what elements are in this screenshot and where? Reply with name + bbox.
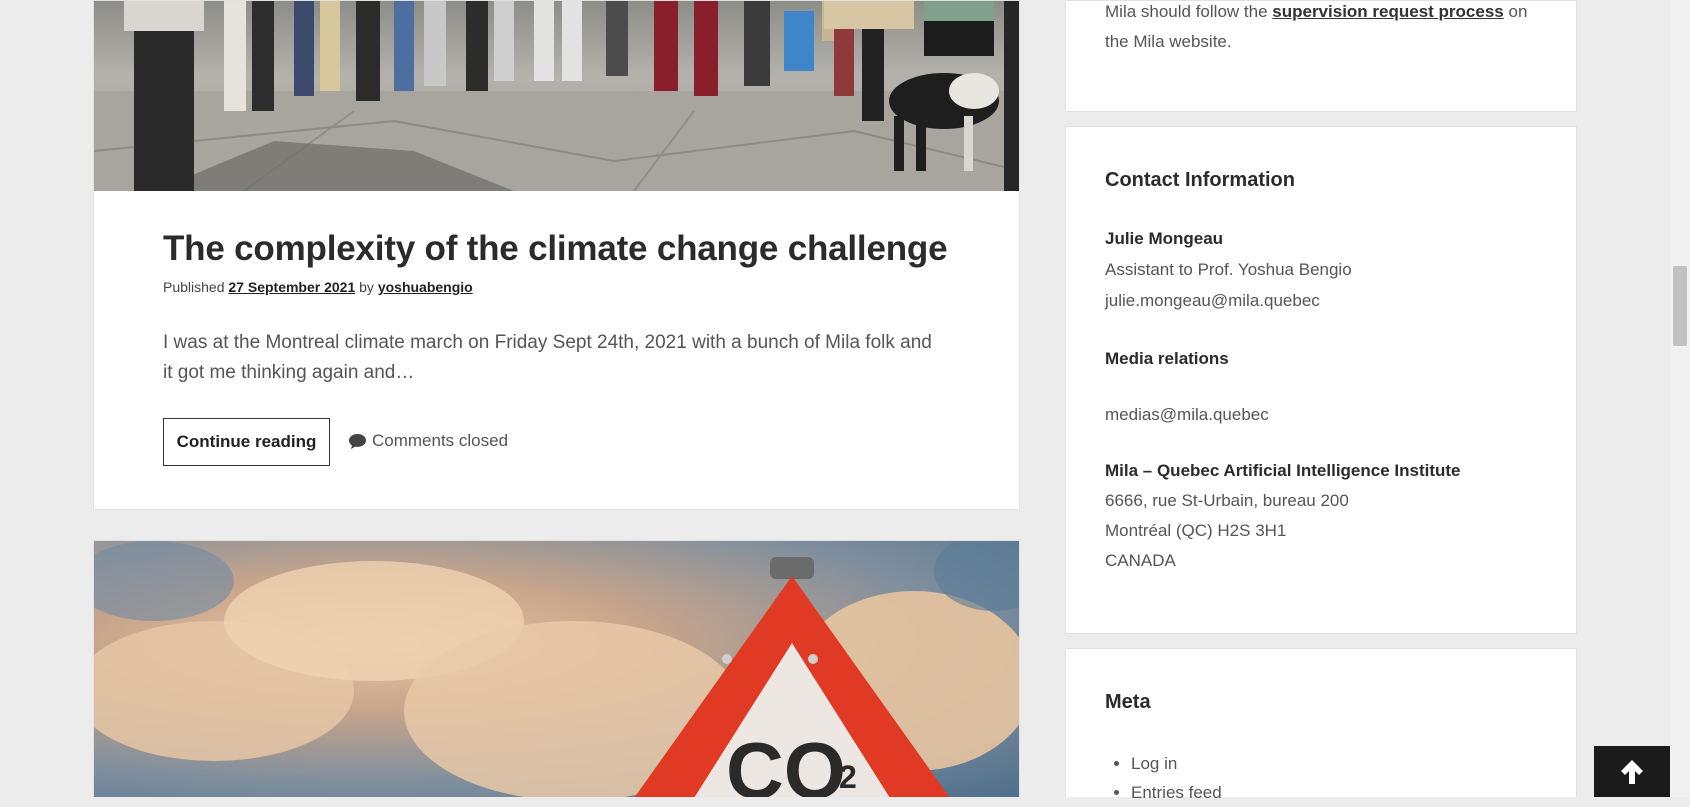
post-title[interactable]: The complexity of the climate change cha…: [163, 229, 948, 269]
co2-sign-subscript: 2: [839, 759, 857, 795]
supervision-text: Mila should follow the supervision reque…: [1105, 0, 1527, 57]
comments-status: Comments closed: [348, 431, 508, 451]
contact-widget: Contact Information Julie Mongeau Assist…: [1065, 126, 1577, 634]
post-meta: Published 27 September 2021 by yoshuaben…: [163, 279, 473, 295]
media-relations-title: Media relations: [1105, 349, 1229, 368]
address-line-1: 6666, rue St-Urbain, bureau 200: [1105, 491, 1349, 510]
back-to-top-button[interactable]: [1594, 746, 1670, 797]
supervision-text-line2: the Mila website.: [1105, 32, 1232, 51]
meta-list-item: Log in: [1131, 749, 1222, 778]
supervision-text-before: Mila should follow the: [1105, 2, 1268, 21]
address-line-2: Montréal (QC) H2S 3H1: [1105, 521, 1287, 540]
org-name: Mila – Quebec Artificial Intelligence In…: [1105, 461, 1461, 480]
log-in-link[interactable]: Log in: [1131, 754, 1177, 773]
contact-name: Julie Mongeau: [1105, 229, 1224, 248]
contact-email[interactable]: julie.mongeau@mila.quebec: [1105, 291, 1320, 311]
supervision-request-link[interactable]: supervision request process: [1272, 2, 1503, 21]
address-country: CANADA: [1105, 551, 1176, 570]
continue-reading-button[interactable]: Continue reading: [163, 418, 330, 466]
supervision-widget: Mila should follow the supervision reque…: [1065, 0, 1577, 112]
meta-widget: Meta Log in Entries feed: [1065, 648, 1577, 802]
post-author-link[interactable]: yoshuabengio: [378, 279, 473, 295]
co2-sign-text: CO: [726, 726, 846, 797]
contact-widget-title: Contact Information: [1105, 169, 1295, 191]
post-featured-image[interactable]: [94, 1, 1019, 191]
post-card: CO 2: [93, 540, 1020, 797]
meta-list: Log in Entries feed: [1105, 749, 1222, 807]
post-excerpt: I was at the Montreal climate march on F…: [163, 332, 932, 383]
meta-widget-title: Meta: [1105, 691, 1151, 713]
by-label: by: [359, 279, 374, 295]
scrollbar-thumb[interactable]: [1673, 266, 1687, 346]
climate-march-photo: [94, 1, 1019, 191]
post-date-link[interactable]: 27 September 2021: [228, 279, 355, 295]
supervision-text-after: on: [1508, 2, 1528, 21]
media-email[interactable]: medias@mila.quebec: [1105, 405, 1269, 425]
published-label: Published: [163, 279, 225, 295]
post-card: The complexity of the climate change cha…: [93, 0, 1020, 510]
meta-list-item: Entries feed: [1131, 778, 1222, 807]
speech-bubble-icon: [349, 433, 366, 449]
page-scrollbar[interactable]: [1670, 0, 1690, 797]
contact-role: Assistant to Prof. Yoshua Bengio: [1105, 260, 1352, 279]
comments-label: Comments closed: [372, 431, 509, 450]
arrow-up-icon: [1621, 759, 1643, 784]
entries-feed-link[interactable]: Entries feed: [1131, 783, 1222, 802]
co2-warning-sign-image: CO 2: [94, 541, 1019, 797]
post-featured-image[interactable]: CO 2: [94, 541, 1019, 797]
